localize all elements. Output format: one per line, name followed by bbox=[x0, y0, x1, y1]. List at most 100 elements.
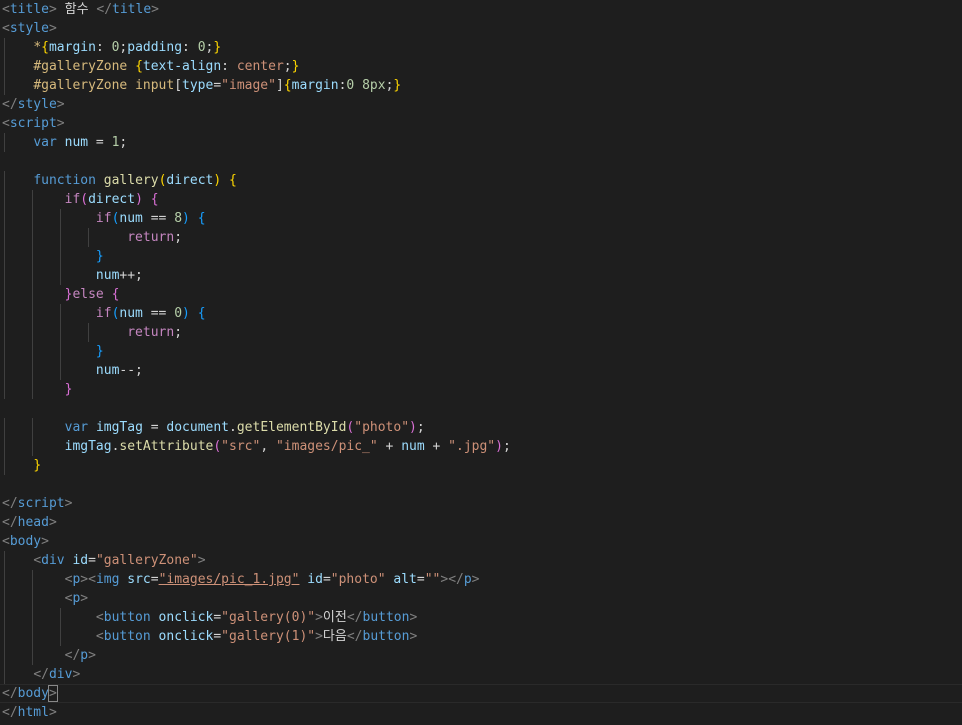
code-line[interactable]: </html> bbox=[0, 703, 962, 722]
indent-guide bbox=[88, 228, 89, 247]
code-token: margin bbox=[48, 40, 96, 55]
code-line[interactable]: <script> bbox=[0, 114, 962, 133]
code-token: num bbox=[401, 439, 425, 454]
indent-guide bbox=[4, 171, 5, 190]
code-line[interactable]: <button onclick="gallery(1)">다음</button> bbox=[0, 627, 962, 646]
code-token: div bbox=[48, 667, 73, 682]
code-token: else bbox=[72, 287, 104, 302]
code-token: </ bbox=[448, 572, 464, 587]
code-token: div bbox=[41, 553, 65, 568]
code-line[interactable]: return; bbox=[0, 323, 962, 342]
code-line[interactable]: if(direct) { bbox=[0, 190, 962, 209]
indent-guide bbox=[60, 361, 61, 380]
code-line[interactable]: } bbox=[0, 342, 962, 361]
code-token: src bbox=[127, 572, 151, 587]
code-line[interactable]: </p> bbox=[0, 646, 962, 665]
code-token: setAttribute bbox=[119, 439, 214, 454]
code-token: ; bbox=[174, 325, 183, 340]
code-token: ++; bbox=[119, 268, 143, 283]
code-token: * bbox=[33, 40, 42, 55]
code-token: { bbox=[150, 192, 159, 207]
code-line[interactable]: <p><img src="images/pic_1.jpg" id="photo… bbox=[0, 570, 962, 589]
code-line[interactable]: if(num == 0) { bbox=[0, 304, 962, 323]
code-token: : bbox=[95, 40, 112, 55]
code-line[interactable]: num++; bbox=[0, 266, 962, 285]
code-line[interactable]: }else { bbox=[0, 285, 962, 304]
code-line[interactable]: var num = 1; bbox=[0, 133, 962, 152]
code-token: + bbox=[377, 439, 402, 454]
code-token: > bbox=[315, 629, 323, 644]
code-line[interactable]: <body> bbox=[0, 532, 962, 551]
code-token: var bbox=[64, 420, 89, 435]
code-token: = bbox=[88, 135, 112, 150]
code-token: : bbox=[182, 40, 198, 55]
code-line[interactable]: <title> 함수 </title> bbox=[0, 0, 962, 19]
code-line[interactable]: #galleryZone input[type="image"]{margin:… bbox=[0, 76, 962, 95]
code-token: } bbox=[95, 344, 104, 359]
code-token: imgTag bbox=[64, 439, 112, 454]
code-token: > bbox=[72, 667, 81, 682]
code-token: } bbox=[213, 40, 222, 55]
code-line[interactable]: #galleryZone {text-align: center;} bbox=[0, 57, 962, 76]
code-token: if bbox=[64, 192, 81, 207]
code-token: center bbox=[236, 59, 284, 74]
code-token: direct bbox=[88, 192, 136, 207]
code-token: } bbox=[64, 382, 73, 397]
code-line[interactable]: if(num == 8) { bbox=[0, 209, 962, 228]
code-line[interactable]: return; bbox=[0, 228, 962, 247]
code-token: --; bbox=[119, 363, 143, 378]
code-token: : bbox=[221, 59, 237, 74]
code-line[interactable]: <div id="galleryZone"> bbox=[0, 551, 962, 570]
code-token: = bbox=[142, 420, 167, 435]
code-token: < bbox=[95, 610, 104, 625]
code-line[interactable] bbox=[0, 152, 962, 171]
code-line[interactable]: </script> bbox=[0, 494, 962, 513]
code-token: ( bbox=[80, 192, 89, 207]
code-line[interactable] bbox=[0, 475, 962, 494]
code-token: ) bbox=[495, 439, 503, 454]
code-token: title bbox=[112, 2, 152, 17]
code-token: "src" bbox=[221, 439, 261, 454]
code-line[interactable]: <p> bbox=[0, 589, 962, 608]
code-editor[interactable]: <title> 함수 </title> <style> *{margin: 0;p… bbox=[0, 0, 962, 725]
code-line[interactable]: <style> bbox=[0, 19, 962, 38]
code-line[interactable]: <button onclick="gallery(0)">이전</button> bbox=[0, 608, 962, 627]
code-token: </ bbox=[64, 648, 81, 663]
code-line[interactable]: imgTag.setAttribute("src", "images/pic_"… bbox=[0, 437, 962, 456]
code-token: ; bbox=[174, 230, 183, 245]
code-token: alt bbox=[393, 572, 417, 587]
code-token: "gallery(1)" bbox=[221, 629, 316, 644]
code-token: > bbox=[440, 572, 449, 587]
code-line[interactable]: } bbox=[0, 380, 962, 399]
code-line[interactable]: var imgTag = document.getElementById("ph… bbox=[0, 418, 962, 437]
code-token: text-align bbox=[142, 59, 222, 74]
code-line[interactable]: } bbox=[0, 456, 962, 475]
code-line[interactable]: </head> bbox=[0, 513, 962, 532]
code-token: > bbox=[56, 116, 65, 131]
code-line[interactable]: </div> bbox=[0, 665, 962, 684]
code-token: { bbox=[135, 59, 143, 74]
code-line[interactable]: num--; bbox=[0, 361, 962, 380]
code-line[interactable]: } bbox=[0, 247, 962, 266]
code-line[interactable] bbox=[0, 399, 962, 418]
code-line[interactable]: *{margin: 0;padding: 0;} bbox=[0, 38, 962, 57]
indent-guide bbox=[4, 57, 5, 76]
indent-guide bbox=[4, 437, 5, 456]
code-token: "images/pic_1.jpg" bbox=[158, 572, 300, 587]
code-token: </ bbox=[346, 610, 363, 625]
code-line[interactable]: </body> bbox=[0, 684, 962, 703]
code-token: body bbox=[17, 686, 49, 701]
code-line[interactable]: function gallery(direct) { bbox=[0, 171, 962, 190]
code-token: { bbox=[283, 78, 292, 93]
code-token: } bbox=[95, 249, 104, 264]
indent-guide bbox=[60, 627, 61, 646]
code-token: </ bbox=[2, 97, 18, 112]
code-line[interactable]: </style> bbox=[0, 95, 962, 114]
code-token: { bbox=[111, 287, 120, 302]
